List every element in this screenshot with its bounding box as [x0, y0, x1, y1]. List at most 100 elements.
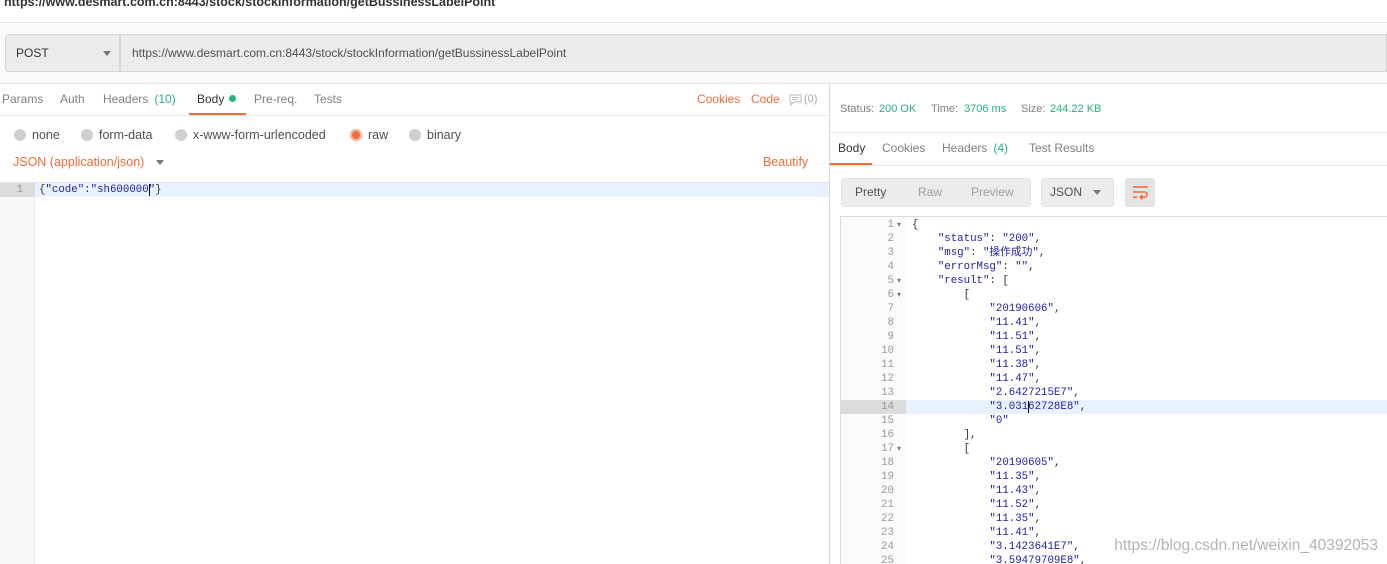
code-line[interactable]: 17 ▾ [ — [841, 442, 1387, 456]
line-gutter-cell: 12 — [841, 372, 906, 386]
url-input[interactable]: https://www.desmart.com.cn:8443/stock/st… — [120, 34, 1387, 72]
code-string: "0" — [989, 415, 1009, 427]
code-line[interactable]: 6 ▾ [ — [841, 288, 1387, 302]
line-gutter — [0, 183, 35, 564]
code-string: "" — [1015, 261, 1029, 273]
radio-label: raw — [368, 128, 389, 142]
response-body-viewer[interactable]: 1 ▾{2 "status": "200", 3 "msg": "操作成功", 4 "… — [840, 216, 1387, 564]
code-punctuation — [912, 527, 989, 539]
line-gutter-cell: 16 — [841, 428, 906, 442]
beautify-button[interactable]: Beautify — [763, 154, 808, 170]
tab-response-cookies[interactable]: Cookies — [882, 133, 925, 163]
line-number: 24 — [881, 541, 894, 553]
line-number: 12 — [881, 373, 894, 385]
tab-auth[interactable]: Auth — [60, 84, 85, 114]
response-tabs: Body Cookies Headers (4) Test Results — [830, 132, 1387, 166]
code-line[interactable]: 10 "11.51", — [841, 344, 1387, 358]
code-line[interactable]: 16 ], — [841, 428, 1387, 442]
code-line-active[interactable]: 1 {"code":"sh600000"} — [0, 183, 829, 197]
radio-none[interactable]: none — [14, 126, 60, 144]
code-line[interactable]: 4 "errorMsg": "", — [841, 260, 1387, 274]
chevron-down-icon[interactable] — [156, 160, 164, 165]
response-format-select[interactable]: JSON — [1041, 178, 1114, 207]
fold-arrow-icon[interactable]: ▾ — [897, 274, 901, 288]
line-gutter-cell: 25 — [841, 554, 906, 564]
radio-form-data[interactable]: form-data — [81, 126, 153, 144]
radio-raw[interactable]: raw — [350, 126, 388, 144]
code-string: "11.47" — [989, 373, 1035, 385]
line-gutter-cell: 17 ▾ — [841, 442, 906, 456]
cookies-link[interactable]: Cookies — [697, 84, 740, 114]
fold-arrow-icon[interactable]: ▾ — [897, 218, 901, 232]
tab-test-results[interactable]: Test Results — [1029, 133, 1094, 163]
code-string: "3.59479709E8" — [989, 555, 1080, 564]
radio-label: none — [32, 128, 60, 142]
code-text: "11.52", — [912, 498, 1041, 512]
code-line[interactable]: 8 "11.41", — [841, 316, 1387, 330]
method-select[interactable]: POST — [5, 34, 120, 72]
request-body-editor[interactable]: 1 {"code":"sh600000"} — [0, 182, 829, 564]
radio-circle-selected[interactable] — [350, 129, 362, 141]
tab-tests[interactable]: Tests — [314, 84, 342, 114]
code-string: "11.38" — [989, 359, 1035, 371]
code-line[interactable]: 3 "msg": "操作成功", — [841, 246, 1387, 260]
code-line[interactable]: 7 "20190606", — [841, 302, 1387, 316]
code-punctuation — [912, 499, 989, 511]
code-line[interactable]: 22 "11.35", — [841, 512, 1387, 526]
tab-response-headers-count: (4) — [993, 141, 1009, 155]
radio-circle[interactable] — [409, 129, 421, 141]
code-line[interactable]: 13 "2.6427215E7", — [841, 386, 1387, 400]
view-raw-button[interactable]: Raw — [918, 179, 942, 206]
code-line[interactable]: 20 "11.43", — [841, 484, 1387, 498]
code-punctuation — [912, 373, 989, 385]
tab-response-body[interactable]: Body — [838, 133, 865, 163]
radio-circle[interactable] — [14, 129, 26, 141]
code-line[interactable]: 9 "11.51", — [841, 330, 1387, 344]
tab-params[interactable]: Params — [2, 84, 43, 114]
body-type-select[interactable]: JSON (application/json) — [13, 154, 144, 170]
code-text: "11.43", — [912, 484, 1041, 498]
code-line[interactable]: 15 "0" — [841, 414, 1387, 428]
tab-response-headers[interactable]: Headers (4) — [942, 133, 1008, 163]
code-line[interactable]: 2 "status": "200", — [841, 232, 1387, 246]
code-line[interactable]: 19 "11.35", — [841, 470, 1387, 484]
code-line[interactable]: 5 ▾ "result": [ — [841, 274, 1387, 288]
tab-body[interactable]: Body — [197, 84, 237, 114]
text-cursor — [148, 184, 150, 196]
radio-circle[interactable] — [175, 129, 187, 141]
code-line[interactable]: 18 "20190605", — [841, 456, 1387, 470]
code-punctuation: } — [155, 184, 162, 196]
view-pretty-button[interactable]: Pretty — [855, 179, 886, 206]
code-line[interactable]: 12 "11.47", — [841, 372, 1387, 386]
tab-prerequest[interactable]: Pre-req. — [254, 84, 297, 114]
code-string: "errorMsg" — [937, 261, 1003, 273]
line-number: 17 — [881, 443, 894, 455]
line-number: 22 — [881, 513, 894, 525]
line-gutter-cell: 22 — [841, 512, 906, 526]
code-line[interactable]: 11 "11.38", — [841, 358, 1387, 372]
fold-arrow-icon[interactable]: ▾ — [897, 442, 901, 456]
radio-label: binary — [427, 128, 462, 142]
code-punctuation: [ — [912, 443, 971, 455]
wrap-lines-button[interactable] — [1125, 178, 1155, 207]
code-line[interactable]: 1 ▾ { — [841, 218, 1387, 232]
comments-icon[interactable] — [789, 93, 802, 111]
view-preview-button[interactable]: Preview — [971, 179, 1014, 206]
code-text: "11.41", — [912, 526, 1041, 540]
code-punctuation: , — [1053, 303, 1061, 315]
radio-circle[interactable] — [81, 129, 93, 141]
chevron-down-icon — [103, 51, 111, 56]
code-line-active[interactable]: 14 "3.03162728E8", — [841, 400, 1387, 414]
line-gutter-cell: 15 — [841, 414, 906, 428]
code-line[interactable]: 21 "11.52", — [841, 498, 1387, 512]
code-text: "20190606", — [912, 302, 1060, 316]
code-text: "11.38", — [912, 358, 1041, 372]
radio-binary[interactable]: binary — [409, 126, 461, 144]
radio-urlencoded[interactable]: x-www-form-urlencoded — [175, 126, 326, 144]
request-bar: POST https://www.desmart.com.cn:8443/sto… — [0, 23, 1387, 84]
fold-arrow-icon[interactable]: ▾ — [897, 288, 901, 302]
line-number: 15 — [881, 415, 894, 427]
size-value: 244.22 KB — [1050, 103, 1102, 115]
code-link[interactable]: Code — [751, 84, 780, 114]
tab-headers[interactable]: Headers (10) — [103, 84, 176, 114]
